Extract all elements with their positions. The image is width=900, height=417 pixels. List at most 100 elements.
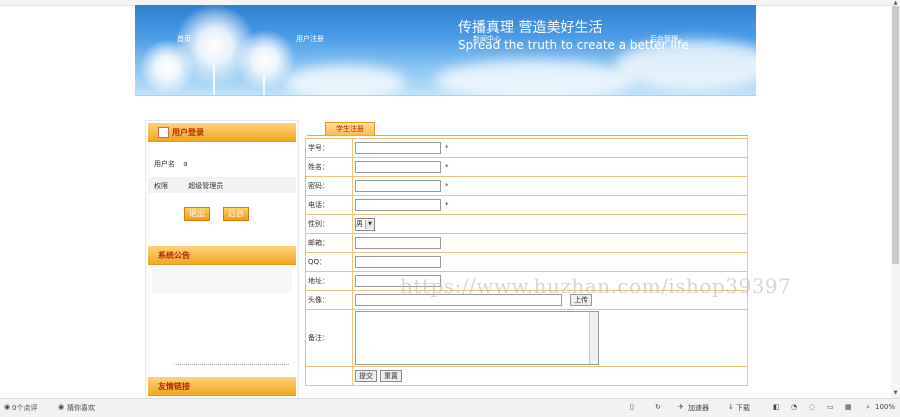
dandelion-image <box>140 40 195 95</box>
links-panel-title: 友情链接 <box>158 382 190 391</box>
student-id-input[interactable] <box>355 142 441 154</box>
gender-value: 男 <box>356 220 363 228</box>
field-cell <box>352 252 748 272</box>
field-label: 备注： <box>305 309 353 367</box>
required-mark: * <box>445 182 449 190</box>
register-form: 学号： * 姓名： * 密码： * 电话： * 性别： 男 ▼ 邮箱： QQ： 地… <box>305 138 748 386</box>
role-row: 权限 超级管理员 <box>154 181 223 191</box>
comments-label[interactable]: 0个点评 <box>12 403 37 413</box>
favorite-label[interactable]: 猜你喜欢 <box>67 403 95 413</box>
notice-content <box>152 269 292 293</box>
field-cell <box>352 233 748 253</box>
mute-icon[interactable]: ◔ <box>791 403 797 411</box>
form-row: QQ： <box>305 252 748 272</box>
form-row: 邮箱： <box>305 233 748 253</box>
grid-icon[interactable]: ▦ <box>845 403 852 411</box>
banner-divider <box>135 95 756 96</box>
phone-icon[interactable]: ▯ <box>630 403 634 411</box>
cloud <box>435 60 635 95</box>
scroll-down-icon[interactable]: ▼ <box>891 390 900 396</box>
download-icon: ↓ <box>728 403 734 411</box>
form-row: 姓名： * <box>305 157 748 177</box>
name-input[interactable] <box>355 161 441 173</box>
window-icon[interactable]: ▭ <box>827 403 834 411</box>
actions-cell: 提交 重置 <box>352 366 748 386</box>
field-cell: * <box>352 138 748 158</box>
form-row: 备注： <box>305 309 748 367</box>
nav-register[interactable]: 用户注册 <box>296 34 324 44</box>
field-label: 头像： <box>305 290 353 310</box>
dandelion-stem <box>263 75 265 95</box>
field-label: 地址： <box>305 271 353 291</box>
remark-textarea[interactable] <box>355 311 599 365</box>
textarea-scrollbar[interactable] <box>589 312 598 364</box>
speed-icon: ✈ <box>678 403 684 411</box>
slogan-chinese: 传播真理 营造美好生活 <box>458 20 603 36</box>
links-panel-header: 友情链接 <box>148 377 296 396</box>
reset-button[interactable]: 重置 <box>380 370 402 382</box>
refresh-icon[interactable]: ↻ <box>655 403 661 411</box>
watermark-text: https://www.huzhan.com/ishop39397 <box>400 274 792 298</box>
form-row: 学号： * <box>305 138 748 158</box>
submit-button[interactable]: 提交 <box>355 370 377 382</box>
dandelion-stem <box>213 65 215 95</box>
required-mark: * <box>445 201 449 209</box>
empty-cell <box>305 366 353 386</box>
tab-underline <box>307 135 748 136</box>
slogan-english: Spread the truth to create a better life <box>458 38 689 52</box>
username-label: 用户名 <box>154 160 175 168</box>
notice-panel-header: 系统公告 <box>148 246 296 265</box>
sound-icon[interactable]: ◧ <box>773 403 780 411</box>
notice-panel-title: 系统公告 <box>158 251 190 260</box>
form-row: 密码： * <box>305 176 748 196</box>
role-label: 权限 <box>154 182 168 190</box>
field-cell: * <box>352 157 748 177</box>
site-banner: 首页 用户注册 新闻中心 后台管理 传播真理 营造美好生活 Spread the… <box>135 5 756 95</box>
qq-input[interactable] <box>355 256 441 268</box>
download-label[interactable]: 下载 <box>736 403 750 413</box>
password-input[interactable] <box>355 180 441 192</box>
nav-home[interactable]: 首页 <box>177 34 191 44</box>
field-cell <box>352 309 748 367</box>
required-mark: * <box>445 163 449 171</box>
form-row: 电话： * <box>305 195 748 215</box>
chevron-down-icon: ▼ <box>365 219 374 229</box>
form-row: 提交 重置 <box>305 366 748 386</box>
favorite-icon: ◉ <box>58 403 65 411</box>
zoom-icon: ⌕ <box>866 403 870 411</box>
phone-input[interactable] <box>355 199 441 211</box>
form-row: 性别： 男 ▼ <box>305 214 748 234</box>
field-label: 性别： <box>305 214 353 234</box>
required-mark: * <box>445 144 449 152</box>
vertical-scrollbar[interactable]: ▲ ▼ <box>891 0 900 398</box>
field-cell: * <box>352 195 748 215</box>
field-label: 密码： <box>305 176 353 196</box>
field-label: QQ： <box>305 252 353 272</box>
login-panel-header: 用户登录 <box>148 123 296 142</box>
email-input[interactable] <box>355 237 441 249</box>
field-label: 电话： <box>305 195 353 215</box>
field-label: 学号： <box>305 138 353 158</box>
gender-select[interactable]: 男 ▼ <box>355 217 375 231</box>
field-label: 姓名： <box>305 157 353 177</box>
field-label: 邮箱： <box>305 233 353 253</box>
dandelion-image <box>235 30 295 90</box>
admin-button[interactable]: 后台 <box>223 207 249 221</box>
browser-status-bar: ◉ 0个点评 ◉ 猜你喜欢 ▯ ↻ ✈ 加速器 ↓ 下载 ◧ ◔ ◌ ▭ ▦ ⌕… <box>0 398 900 417</box>
speed-label[interactable]: 加速器 <box>688 403 709 413</box>
cloud <box>285 65 405 95</box>
logout-button[interactable]: 退出 <box>184 207 210 221</box>
role-value: 超级管理员 <box>188 182 224 190</box>
scrollbar-thumb[interactable] <box>892 6 899 264</box>
comment-icon: ◉ <box>4 403 11 411</box>
cloud-icon[interactable]: ◌ <box>809 403 815 411</box>
sidebar: 用户登录 用户名 a 权限 超级管理员 退出 后台 系统公告 友情链接 <box>145 120 299 402</box>
field-cell: 男 ▼ <box>352 214 748 234</box>
field-cell: * <box>352 176 748 196</box>
tab-student-register[interactable]: 学生注册 <box>325 122 375 136</box>
username-value: a <box>183 160 188 168</box>
zoom-level[interactable]: 100% <box>875 403 895 411</box>
notice-separator <box>174 364 289 366</box>
login-panel-title: 用户登录 <box>172 128 204 137</box>
user-icon <box>158 127 169 138</box>
